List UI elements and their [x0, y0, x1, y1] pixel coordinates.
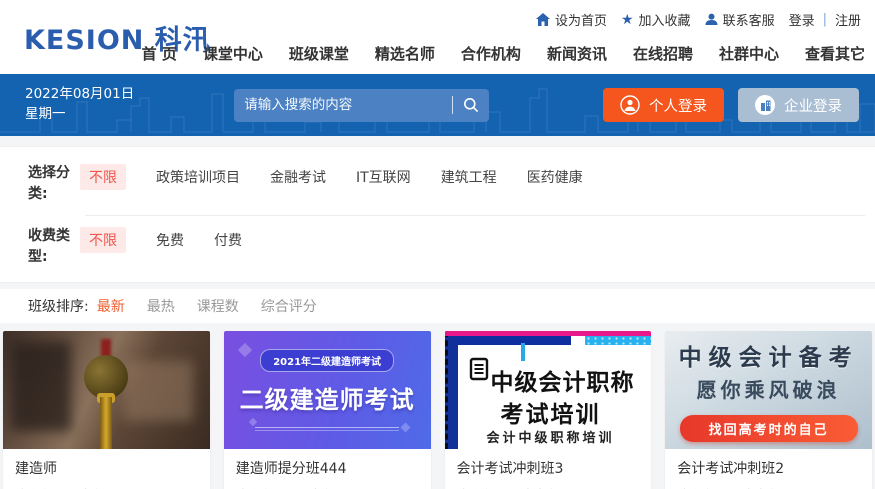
category-option-policy-training[interactable]: 政策培训项目: [156, 167, 240, 187]
nav-item-jobs[interactable]: 在线招聘: [633, 43, 693, 64]
search-icon[interactable]: [463, 97, 479, 113]
star-icon: ★: [620, 11, 634, 28]
company-building-icon: [755, 95, 775, 115]
card-title: 建造师提分班444: [235, 461, 347, 477]
category-option-construction[interactable]: 建筑工程: [441, 167, 497, 187]
sort-option-course-count[interactable]: 课程数: [197, 296, 239, 316]
course-cover-accounting-title: 中级会计职称 考试培训 会计中级职称培训: [444, 331, 652, 449]
category-filter-row: 选择分类: 不限 政策培训项目 金融考试 IT互联网 建筑工程 医药健康: [0, 157, 875, 211]
personal-login-button[interactable]: 个人登录: [603, 88, 724, 122]
auth-divider: |: [822, 12, 827, 27]
course-cover-accounting-prep: 中级会计备考 愿你乘风破浪 找回高考时的自己: [665, 331, 872, 449]
search-divider: [452, 96, 454, 114]
nav-item-home[interactable]: 首 页: [142, 43, 177, 64]
search-box: [234, 88, 490, 122]
card-teacher: 班主任：Lily老师: [236, 485, 336, 489]
set-home-link[interactable]: 设为首页: [535, 10, 607, 29]
card-body: 会计考试冲刺班3 班主任：尼克老师 ¥200.00: [445, 449, 652, 489]
main-nav: 首 页 课堂中心 班级课堂 精选名师 合作机构 新闻资讯 在线招聘 社群中心 查…: [142, 43, 865, 64]
contact-service-label: 联系客服: [722, 14, 775, 29]
class-card-grid: 建造师 班主任：王老师 ¥10.00 1 1 0 2021年二级建造: [0, 323, 875, 489]
nav-item-classroom-center[interactable]: 课堂中心: [203, 43, 263, 64]
card-title: 会计考试冲刺班3: [456, 461, 564, 477]
notebook-icon: [469, 357, 488, 381]
card-title: 会计考试冲刺班2: [677, 461, 785, 477]
category-options: 不限 政策培训项目 金融考试 IT互联网 建筑工程 医药健康: [80, 163, 583, 190]
cover-underline: [254, 427, 400, 431]
current-date: 2022年08月01日: [25, 86, 135, 103]
personal-user-icon: [620, 95, 640, 115]
utility-bar: 设为首页 ★ 加入收藏 联系客服 登录 | 注册: [535, 10, 861, 30]
search-input[interactable]: [244, 97, 443, 113]
login-link[interactable]: 登录: [789, 10, 815, 29]
category-option-it-internet[interactable]: IT互联网: [356, 167, 411, 187]
category-option-finance-exam[interactable]: 金融考试: [270, 167, 326, 187]
cover-headline-2: 考试培训: [500, 402, 601, 428]
card-body: 建造师 班主任：王老师 ¥10.00: [3, 449, 210, 489]
set-home-label: 设为首页: [554, 14, 607, 29]
company-login-button[interactable]: 企业登录: [738, 88, 859, 122]
personal-login-label: 个人登录: [649, 98, 707, 115]
fee-option-all[interactable]: 不限: [80, 227, 126, 253]
nav-item-partners[interactable]: 合作机构: [461, 43, 521, 64]
filter-panel: 选择分类: 不限 政策培训项目 金融考试 IT互联网 建筑工程 医药健康 收费类…: [0, 146, 875, 283]
category-option-medical-health[interactable]: 医药健康: [527, 167, 583, 187]
sort-option-rating[interactable]: 综合评分: [261, 296, 317, 316]
class-card-kuaiji-2[interactable]: 中级会计备考 愿你乘风破浪 找回高考时的自己 会计考试冲刺班2 班主任：尼克老师…: [665, 331, 872, 489]
card-teacher: 班主任：王老师: [15, 485, 106, 489]
fee-options: 不限 免费 付费: [80, 226, 242, 253]
nav-item-community[interactable]: 社群中心: [719, 43, 779, 64]
person-icon: [705, 13, 718, 26]
cover-headline-1: 中级会计备考: [678, 345, 859, 371]
cover-headline-1: 中级会计职称: [490, 370, 635, 396]
register-link[interactable]: 注册: [835, 10, 861, 29]
site-header: KESION 科汛 设为首页 ★ 加入收藏 联系客服 登录 | 注册 首 页 课…: [0, 0, 875, 74]
fee-filter-row: 收费类型: 不限 免费 付费: [0, 220, 875, 274]
cover-subtitle: 会计中级职称培训: [486, 431, 615, 446]
class-card-kuaiji-3[interactable]: 中级会计职称 考试培训 会计中级职称培训 会计考试冲刺班3 班主任：尼克老师 ¥…: [444, 331, 652, 489]
favorite-label: 加入收藏: [638, 14, 691, 29]
cover-headline-2: 愿你乘风破浪: [696, 378, 841, 402]
fee-option-paid[interactable]: 付费: [214, 230, 242, 250]
company-login-label: 企业登录: [784, 98, 842, 115]
category-filter-label: 选择分类:: [28, 165, 70, 202]
sort-label: 班级排序:: [28, 299, 89, 315]
class-card-jianzaoshi[interactable]: 建造师 班主任：王老师 ¥10.00 1 1 0: [3, 331, 210, 489]
favorite-link[interactable]: ★ 加入收藏: [620, 10, 691, 30]
fee-option-free[interactable]: 免费: [156, 230, 184, 250]
login-buttons: 个人登录 企业登录: [603, 88, 859, 122]
home-icon: [535, 13, 550, 26]
card-teacher: 班主任：尼克老师: [677, 485, 781, 489]
cover-headline: 二级建造师考试: [239, 386, 415, 414]
cover-badge: 2021年二级建造师考试: [260, 349, 395, 372]
sort-bar: 班级排序: 最新 最热 课程数 综合评分: [0, 289, 875, 323]
auth-links: 登录 | 注册: [789, 10, 861, 29]
category-option-all[interactable]: 不限: [80, 164, 126, 190]
nav-item-featured-teachers[interactable]: 精选名师: [375, 43, 435, 64]
fee-filter-label: 收费类型:: [28, 228, 70, 265]
card-body: 会计考试冲刺班2 班主任：尼克老师 ¥200.00: [665, 449, 872, 489]
course-cover-microphone-photo: [3, 331, 210, 449]
card-body: 建造师提分班444 班主任：Lily老师 ¥500.00: [224, 449, 431, 489]
sort-option-hottest[interactable]: 最热: [147, 296, 175, 316]
date-block: 2022年08月01日 星期一: [25, 85, 134, 124]
contact-service-link[interactable]: 联系客服: [705, 10, 775, 29]
nav-item-more[interactable]: 查看其它: [805, 43, 865, 64]
class-card-jianzaoshi-tifen[interactable]: 2021年二级建造师考试 二级建造师考试 建造师提分班444 班主任：Lily老…: [223, 331, 431, 489]
sort-option-newest[interactable]: 最新: [97, 296, 125, 316]
card-title: 建造师: [15, 461, 57, 477]
hero-banner: 2022年08月01日 星期一 个人登录 企业登录: [0, 74, 875, 136]
filter-divider: [85, 215, 865, 216]
nav-item-class-courses[interactable]: 班级课堂: [289, 43, 349, 64]
course-cover-builder-exam: 2021年二级建造师考试 二级建造师考试: [223, 331, 431, 449]
current-weekday: 星期一: [25, 106, 66, 122]
nav-item-news[interactable]: 新闻资讯: [547, 43, 607, 64]
cover-ribbon: 找回高考时的自己: [679, 415, 858, 442]
card-teacher: 班主任：尼克老师: [457, 485, 561, 489]
